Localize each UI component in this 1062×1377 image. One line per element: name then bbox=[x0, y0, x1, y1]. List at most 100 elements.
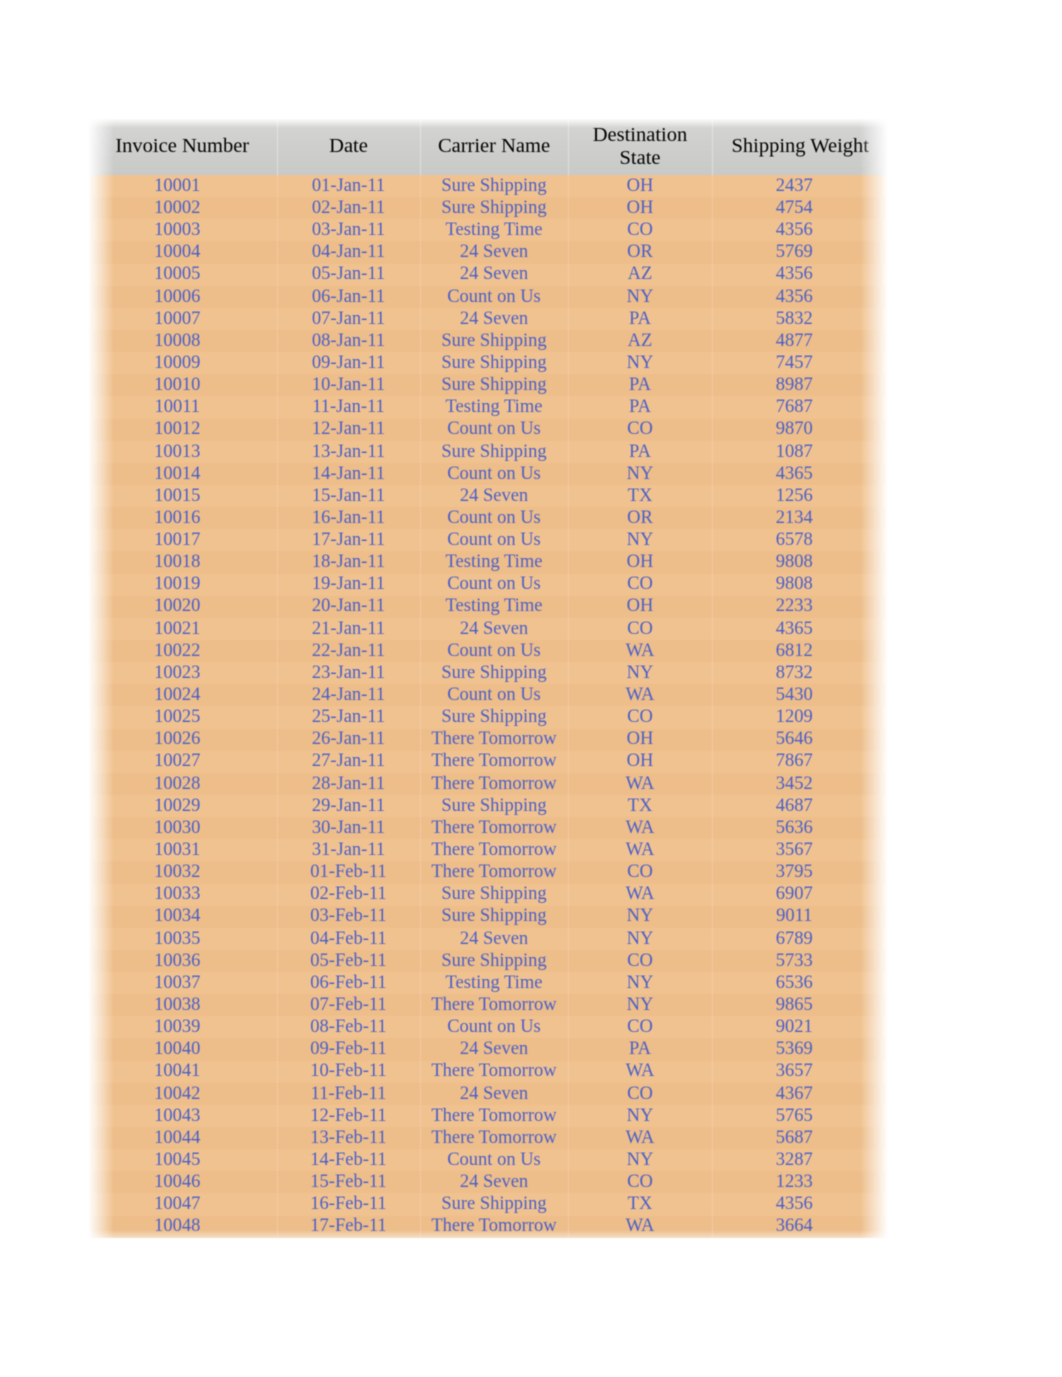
table-row[interactable]: 10012 12-Jan-11 Count on Us CO 9870 bbox=[88, 418, 888, 441]
cell-destination_state[interactable]: OH bbox=[568, 197, 713, 220]
table-row[interactable]: 10004 04-Jan-11 24 Seven OR 5769 bbox=[88, 241, 888, 264]
cell-date[interactable]: 28-Jan-11 bbox=[277, 772, 421, 795]
cell-date[interactable]: 12-Feb-11 bbox=[277, 1104, 421, 1128]
cell-date[interactable]: 07-Feb-11 bbox=[277, 994, 421, 1017]
table-row[interactable]: 10035 04-Feb-11 24 Seven NY 6789 bbox=[88, 927, 888, 950]
cell-shipping_weight[interactable]: 9808 bbox=[712, 574, 888, 596]
cell-date[interactable]: 11-Jan-11 bbox=[277, 396, 421, 419]
cell-shipping_weight[interactable]: 6789 bbox=[712, 928, 888, 950]
cell-invoice_number[interactable]: 10047 bbox=[88, 1193, 278, 1216]
table-row[interactable]: 10039 08-Feb-11 Count on Us CO 9021 bbox=[88, 1016, 888, 1039]
cell-shipping_weight[interactable]: 6578 bbox=[712, 529, 888, 551]
cell-destination_state[interactable]: NY bbox=[568, 462, 713, 485]
table-row[interactable]: 10040 09-Feb-11 24 Seven PA 5369 bbox=[88, 1038, 888, 1061]
cell-shipping_weight[interactable]: 3795 bbox=[712, 861, 888, 883]
cell-shipping_weight[interactable]: 4754 bbox=[712, 197, 888, 219]
cell-carrier_name[interactable]: Sure Shipping bbox=[420, 374, 569, 397]
cell-destination_state[interactable]: CO bbox=[568, 573, 713, 596]
column-header-date[interactable]: Date bbox=[277, 118, 421, 175]
table-row[interactable]: 10031 31-Jan-11 There Tomorrow WA 3567 bbox=[88, 839, 888, 862]
cell-shipping_weight[interactable]: 9808 bbox=[712, 551, 888, 573]
cell-invoice_number[interactable]: 10035 bbox=[88, 927, 278, 950]
cell-carrier_name[interactable]: 24 Seven bbox=[420, 263, 569, 286]
cell-date[interactable]: 17-Jan-11 bbox=[277, 529, 421, 552]
cell-destination_state[interactable]: NY bbox=[568, 662, 713, 685]
cell-shipping_weight[interactable]: 6812 bbox=[712, 640, 888, 662]
cell-carrier_name[interactable]: There Tomorrow bbox=[420, 728, 569, 751]
cell-destination_state[interactable]: TX bbox=[568, 794, 713, 818]
table-row[interactable]: 10023 23-Jan-11 Sure Shipping NY 8732 bbox=[88, 662, 888, 685]
cell-shipping_weight[interactable]: 5646 bbox=[712, 729, 888, 751]
cell-destination_state[interactable]: PA bbox=[568, 307, 713, 330]
cell-carrier_name[interactable]: 24 Seven bbox=[420, 1171, 569, 1194]
cell-shipping_weight[interactable]: 5769 bbox=[712, 241, 888, 263]
cell-destination_state[interactable]: NY bbox=[568, 352, 713, 375]
cell-invoice_number[interactable]: 10021 bbox=[88, 617, 278, 640]
table-row[interactable]: 10014 14-Jan-11 Count on Us NY 4365 bbox=[88, 462, 888, 485]
cell-invoice_number[interactable]: 10010 bbox=[88, 374, 278, 397]
cell-destination_state[interactable]: WA bbox=[568, 772, 713, 795]
cell-shipping_weight[interactable]: 4687 bbox=[712, 795, 888, 817]
cell-invoice_number[interactable]: 10001 bbox=[88, 175, 278, 198]
table-row[interactable]: 10030 30-Jan-11 There Tomorrow WA 5636 bbox=[88, 817, 888, 840]
cell-invoice_number[interactable]: 10043 bbox=[88, 1104, 278, 1128]
cell-shipping_weight[interactable]: 3287 bbox=[712, 1149, 888, 1171]
cell-date[interactable]: 12-Jan-11 bbox=[277, 418, 421, 441]
cell-invoice_number[interactable]: 10024 bbox=[88, 684, 278, 707]
cell-shipping_weight[interactable]: 4356 bbox=[712, 219, 888, 241]
cell-carrier_name[interactable]: Sure Shipping bbox=[420, 662, 569, 685]
cell-destination_state[interactable]: NY bbox=[568, 529, 713, 552]
cell-date[interactable]: 03-Feb-11 bbox=[277, 905, 421, 928]
cell-carrier_name[interactable]: Count on Us bbox=[420, 285, 569, 308]
cell-carrier_name[interactable]: Count on Us bbox=[420, 639, 569, 663]
cell-date[interactable]: 18-Jan-11 bbox=[277, 551, 421, 574]
table-row[interactable]: 10007 07-Jan-11 24 Seven PA 5832 bbox=[88, 307, 888, 330]
cell-destination_state[interactable]: WA bbox=[568, 817, 713, 840]
table-row[interactable]: 10048 17-Feb-11 There Tomorrow WA 3664 bbox=[88, 1215, 888, 1238]
cell-destination_state[interactable]: OH bbox=[568, 551, 713, 574]
cell-destination_state[interactable]: WA bbox=[568, 1215, 713, 1238]
cell-invoice_number[interactable]: 10020 bbox=[88, 595, 278, 618]
cell-invoice_number[interactable]: 10046 bbox=[88, 1171, 278, 1194]
cell-carrier_name[interactable]: There Tomorrow bbox=[420, 750, 569, 773]
cell-carrier_name[interactable]: Count on Us bbox=[420, 418, 569, 441]
cell-destination_state[interactable]: OH bbox=[568, 175, 713, 198]
cell-shipping_weight[interactable]: 3567 bbox=[712, 839, 888, 861]
cell-invoice_number[interactable]: 10027 bbox=[88, 750, 278, 773]
cell-date[interactable]: 08-Feb-11 bbox=[277, 1016, 421, 1039]
cell-destination_state[interactable]: OH bbox=[568, 728, 713, 751]
column-header-carrier-name[interactable]: Carrier Name bbox=[420, 118, 569, 175]
cell-carrier_name[interactable]: 24 Seven bbox=[420, 241, 569, 264]
table-row[interactable]: 10010 10-Jan-11 Sure Shipping PA 8987 bbox=[88, 374, 888, 397]
cell-carrier_name[interactable]: 24 Seven bbox=[420, 1082, 569, 1105]
cell-date[interactable]: 03-Jan-11 bbox=[277, 219, 421, 242]
cell-invoice_number[interactable]: 10009 bbox=[88, 352, 278, 375]
cell-carrier_name[interactable]: 24 Seven bbox=[420, 307, 569, 330]
cell-invoice_number[interactable]: 10011 bbox=[88, 396, 278, 419]
cell-shipping_weight[interactable]: 7687 bbox=[712, 396, 888, 418]
cell-destination_state[interactable]: CO bbox=[568, 1082, 713, 1105]
cell-shipping_weight[interactable]: 4356 bbox=[712, 264, 888, 286]
table-row[interactable]: 10038 07-Feb-11 There Tomorrow NY 9865 bbox=[88, 994, 888, 1017]
cell-destination_state[interactable]: AZ bbox=[568, 263, 713, 286]
cell-date[interactable]: 07-Jan-11 bbox=[277, 307, 421, 330]
cell-invoice_number[interactable]: 10040 bbox=[88, 1038, 278, 1061]
cell-date[interactable]: 15-Jan-11 bbox=[277, 484, 421, 508]
cell-date[interactable]: 11-Feb-11 bbox=[277, 1082, 421, 1105]
cell-date[interactable]: 21-Jan-11 bbox=[277, 617, 421, 640]
cell-carrier_name[interactable]: Count on Us bbox=[420, 507, 569, 530]
cell-destination_state[interactable]: NY bbox=[568, 1149, 713, 1172]
cell-carrier_name[interactable]: Sure Shipping bbox=[420, 794, 569, 818]
cell-date[interactable]: 09-Jan-11 bbox=[277, 352, 421, 375]
cell-carrier_name[interactable]: Testing Time bbox=[420, 551, 569, 574]
cell-carrier_name[interactable]: There Tomorrow bbox=[420, 1104, 569, 1128]
cell-invoice_number[interactable]: 10045 bbox=[88, 1149, 278, 1172]
cell-date[interactable]: 26-Jan-11 bbox=[277, 728, 421, 751]
table-row[interactable]: 10044 13-Feb-11 There Tomorrow WA 5687 bbox=[88, 1127, 888, 1150]
cell-carrier_name[interactable]: Sure Shipping bbox=[420, 440, 569, 463]
cell-carrier_name[interactable]: Sure Shipping bbox=[420, 197, 569, 220]
table-row[interactable]: 10003 03-Jan-11 Testing Time CO 4356 bbox=[88, 219, 888, 242]
table-row[interactable]: 10047 16-Feb-11 Sure Shipping TX 4356 bbox=[88, 1193, 888, 1216]
cell-destination_state[interactable]: PA bbox=[568, 396, 713, 419]
cell-shipping_weight[interactable]: 1209 bbox=[712, 706, 888, 728]
